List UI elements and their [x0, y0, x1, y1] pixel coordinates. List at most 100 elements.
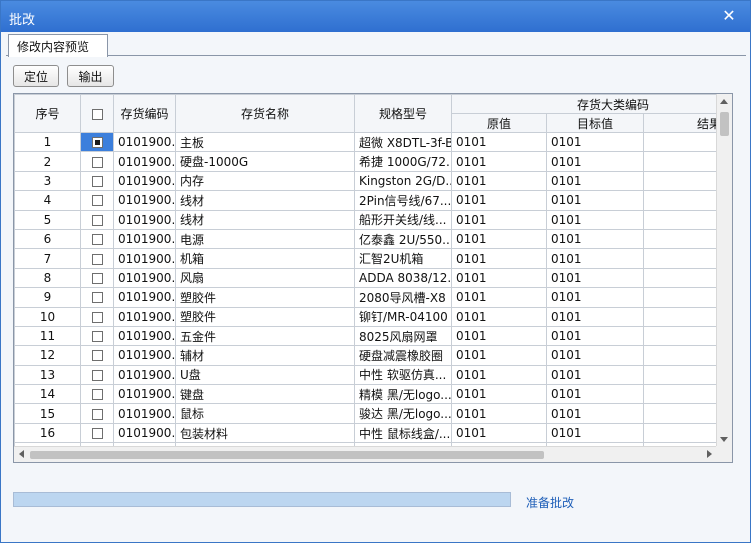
row-select-cell[interactable]: [80, 267, 114, 289]
cell-spec[interactable]: 中性 软驱仿真...: [354, 364, 452, 386]
cell-orig[interactable]: 0101: [451, 325, 547, 347]
cell-no[interactable]: 6: [14, 228, 81, 250]
row-select-cell[interactable]: [80, 248, 114, 269]
cell-name[interactable]: 包装材料: [175, 422, 355, 444]
cell-orig[interactable]: 0101: [451, 228, 547, 250]
title-bar[interactable]: 批改 ✕: [1, 1, 750, 32]
cell-name[interactable]: 辅材: [175, 345, 355, 366]
cell-spec[interactable]: 骏达 黑/无logo...: [354, 403, 452, 424]
cell-result[interactable]: [642, 306, 717, 327]
cell-orig[interactable]: 0101: [451, 190, 547, 211]
cell-result[interactable]: [642, 228, 717, 250]
tab-preview[interactable]: 修改内容预览: [8, 34, 108, 57]
row-checkbox[interactable]: [91, 350, 103, 362]
cell-target[interactable]: 0101: [546, 209, 644, 230]
cell-name[interactable]: U盘: [175, 364, 355, 386]
row-checkbox[interactable]: [91, 389, 103, 401]
cell-target[interactable]: 0101: [546, 151, 644, 172]
cell-target[interactable]: 0101: [546, 364, 644, 386]
row-select-cell[interactable]: [80, 131, 114, 153]
cell-result[interactable]: [642, 403, 717, 424]
cell-code[interactable]: 0101900...: [113, 287, 176, 308]
cell-no[interactable]: 1: [14, 131, 81, 153]
cell-spec[interactable]: 精模 黑/无logo...: [354, 384, 452, 405]
vertical-scrollbar[interactable]: [716, 94, 732, 447]
cell-result[interactable]: [642, 384, 717, 405]
cell-target[interactable]: 0101: [546, 306, 644, 327]
row-select-cell[interactable]: [80, 287, 114, 308]
cell-name[interactable]: 线材: [175, 190, 355, 211]
close-icon[interactable]: ✕: [718, 6, 740, 26]
row-checkbox[interactable]: [91, 253, 103, 265]
row-checkbox[interactable]: [91, 292, 103, 304]
cell-no[interactable]: 5: [14, 209, 81, 230]
cell-code[interactable]: 0101900...: [113, 267, 176, 289]
cell-target[interactable]: 0101: [546, 190, 644, 211]
header-code[interactable]: 存货编码: [113, 94, 176, 133]
table-row[interactable]: 90101900...塑胶件2080导风槽-X801010101: [14, 287, 717, 308]
cell-target[interactable]: 0101: [546, 384, 644, 405]
cell-orig[interactable]: 0101: [451, 170, 547, 192]
cell-no[interactable]: 11: [14, 325, 81, 347]
row-select-cell[interactable]: [80, 190, 114, 211]
cell-name[interactable]: 硬盘-1000G: [175, 151, 355, 172]
cell-result[interactable]: [642, 131, 717, 153]
row-select-cell[interactable]: [80, 364, 114, 386]
cell-orig[interactable]: 0101: [451, 422, 547, 444]
cell-target[interactable]: 0101: [546, 228, 644, 250]
header-result[interactable]: 结果: [642, 113, 717, 133]
scroll-up-icon[interactable]: [720, 99, 728, 104]
cell-spec[interactable]: 硬盘减震橡胶圈: [354, 345, 452, 366]
header-spec[interactable]: 规格型号: [354, 94, 452, 133]
table-row[interactable]: 110101900...五金件8025风扇网罩01010101: [14, 325, 717, 347]
row-select-cell[interactable]: [80, 228, 114, 250]
cell-orig[interactable]: 0101: [451, 287, 547, 308]
cell-code[interactable]: 0101900...: [113, 345, 176, 366]
row-select-cell[interactable]: [80, 170, 114, 192]
cell-name[interactable]: 塑胶件: [175, 287, 355, 308]
cell-result[interactable]: [642, 422, 717, 444]
cell-target[interactable]: 0101: [546, 287, 644, 308]
row-checkbox[interactable]: [91, 311, 103, 323]
cell-spec[interactable]: 8025风扇网罩: [354, 325, 452, 347]
cell-orig[interactable]: 0101: [451, 151, 547, 172]
cell-result[interactable]: [642, 170, 717, 192]
cell-result[interactable]: [642, 364, 717, 386]
table-row[interactable]: 50101900...线材船形开关线/线...01010101: [14, 209, 717, 230]
row-select-cell[interactable]: [80, 325, 114, 347]
row-select-cell[interactable]: [80, 345, 114, 366]
cell-target[interactable]: 0101: [546, 267, 644, 289]
cell-spec[interactable]: 亿泰鑫 2U/550...: [354, 228, 452, 250]
row-checkbox[interactable]: [91, 214, 103, 226]
cell-result[interactable]: [642, 190, 717, 211]
cell-orig[interactable]: 0101: [451, 364, 547, 386]
cell-spec[interactable]: Kingston 2G/D...: [354, 170, 452, 192]
export-button[interactable]: 输出: [67, 65, 114, 87]
table-row[interactable]: 10101900...主板超微 X8DTL-3f-B01010101: [14, 131, 717, 153]
row-checkbox[interactable]: [91, 156, 103, 168]
cell-code[interactable]: 0101900...: [113, 209, 176, 230]
cell-target[interactable]: 0101: [546, 422, 644, 444]
cell-spec[interactable]: 中性 鼠标线盒/...: [354, 422, 452, 444]
cell-result[interactable]: [642, 325, 717, 347]
table-row[interactable]: 80101900...风扇ADDA 8038/12...01010101: [14, 267, 717, 289]
scroll-left-icon[interactable]: [19, 450, 24, 458]
cell-no[interactable]: 3: [14, 170, 81, 192]
table-row[interactable]: 40101900...线材2Pin信号线/67...01010101: [14, 190, 717, 211]
cell-code[interactable]: 0101900...: [113, 228, 176, 250]
cell-code[interactable]: 0101900...: [113, 384, 176, 405]
row-checkbox[interactable]: [91, 272, 103, 284]
cell-target[interactable]: 0101: [546, 403, 644, 424]
cell-name[interactable]: 主板: [175, 131, 355, 153]
cell-spec[interactable]: 2Pin信号线/67...: [354, 190, 452, 211]
cell-spec[interactable]: 希捷 1000G/72...: [354, 151, 452, 172]
cell-spec[interactable]: 铆钉/MR-04100: [354, 306, 452, 327]
row-checkbox[interactable]: [91, 428, 103, 440]
cell-target[interactable]: 0101: [546, 248, 644, 269]
row-select-cell[interactable]: [80, 306, 114, 327]
row-checkbox[interactable]: [91, 137, 103, 149]
row-checkbox[interactable]: [91, 195, 103, 207]
table-row[interactable]: 100101900...塑胶件铆钉/MR-0410001010101: [14, 306, 717, 327]
cell-target[interactable]: 0101: [546, 131, 644, 153]
row-checkbox[interactable]: [91, 175, 103, 187]
